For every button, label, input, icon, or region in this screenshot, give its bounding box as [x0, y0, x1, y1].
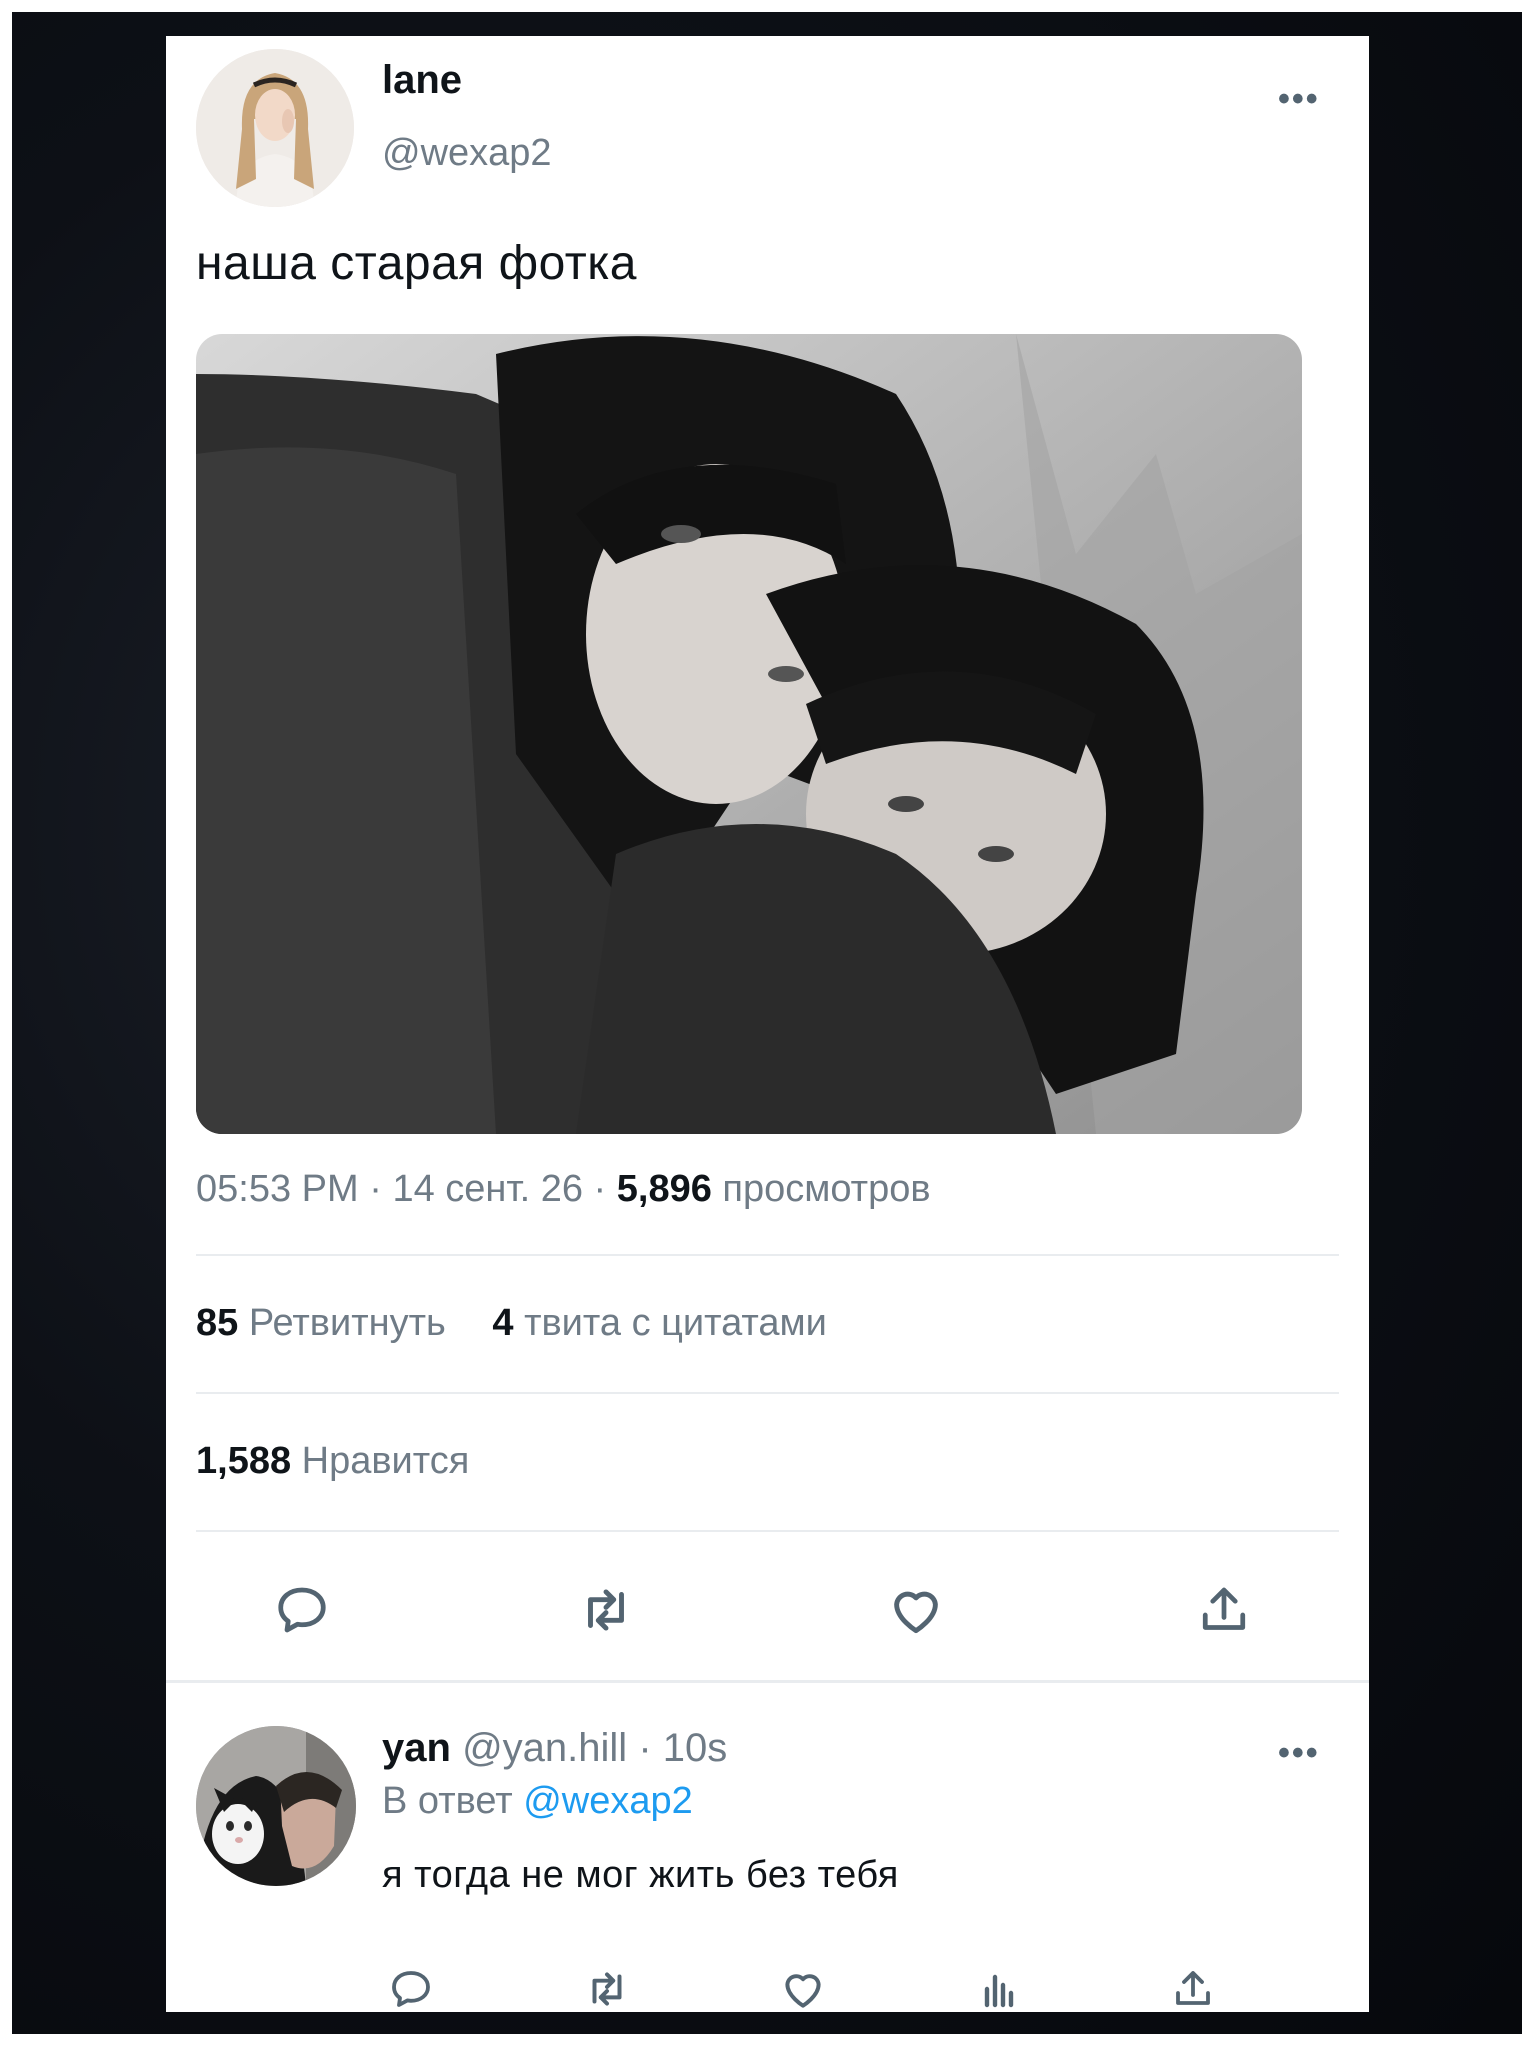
reply-display-name[interactable]: yan	[382, 1726, 451, 1770]
divider	[196, 1392, 1339, 1394]
section-divider	[166, 1680, 1369, 1683]
tweet-text: наша старая фотка	[196, 237, 637, 290]
reply-to-mention[interactable]: @wexap2	[523, 1780, 693, 1822]
likes-stat[interactable]: 1,588 Нравится	[196, 1440, 469, 1483]
views-label: просмотров	[722, 1168, 931, 1210]
likes-label: Нравится	[301, 1440, 470, 1482]
reply-icon[interactable]	[382, 1966, 440, 2012]
author-display-name[interactable]: lane	[382, 58, 462, 103]
reply-author-avatar[interactable]	[196, 1726, 356, 1886]
more-horizontal-icon[interactable]: •••	[1278, 80, 1320, 119]
reply-icon[interactable]	[266, 1574, 338, 1646]
divider	[196, 1530, 1339, 1532]
reply-header: yan @yan.hill · 10s	[382, 1726, 727, 1771]
meta-separator: ·	[593, 1168, 607, 1210]
retweet-icon[interactable]	[578, 1966, 636, 2012]
photo-image	[196, 334, 1302, 1134]
divider	[196, 1254, 1339, 1256]
author-avatar[interactable]	[196, 49, 354, 207]
reply-handle[interactable]: @yan.hill	[462, 1726, 627, 1770]
reply-avatar-photo	[196, 1726, 356, 1886]
retweet-quote-stats: 85 Ретвитнуть 4 твита с цитатами	[196, 1302, 827, 1345]
quotes-stat[interactable]: 4 твита с цитатами	[492, 1302, 826, 1344]
tweet-photo[interactable]	[196, 334, 1302, 1134]
retweets-label: Ретвитнуть	[248, 1302, 446, 1344]
tweet-time[interactable]: 05:53 PM	[196, 1168, 359, 1210]
tweet-date[interactable]: 14 сент. 26	[392, 1168, 583, 1210]
reply-time[interactable]: 10s	[663, 1726, 728, 1770]
retweets-count: 85	[196, 1302, 239, 1344]
tweet-meta: 05:53 PM · 14 сент. 26 · 5,896 просмотро…	[196, 1168, 931, 1211]
reply-text: я тогда не мог жить без тебя	[382, 1854, 899, 1896]
like-icon[interactable]	[774, 1966, 832, 2012]
tweet-card: lane @wexap2 ••• наша старая фотка 05:53…	[166, 36, 1369, 2012]
views-count: 5,896	[616, 1168, 712, 1210]
more-horizontal-icon[interactable]: •••	[1278, 1734, 1320, 1773]
likes-count: 1,588	[196, 1440, 292, 1482]
quotes-count: 4	[492, 1302, 514, 1344]
quotes-label: твита с цитатами	[524, 1302, 827, 1344]
reply-separator: ·	[638, 1726, 652, 1770]
reply-to-label: В ответ	[382, 1780, 513, 1822]
author-handle[interactable]: @wexap2	[382, 132, 552, 175]
reply-to-line: В ответ @wexap2	[382, 1780, 693, 1823]
retweet-icon[interactable]	[570, 1574, 642, 1646]
meta-separator: ·	[369, 1168, 382, 1210]
retweets-stat[interactable]: 85 Ретвитнуть	[196, 1302, 446, 1344]
share-icon[interactable]	[1188, 1574, 1260, 1646]
analytics-icon[interactable]	[970, 1966, 1028, 2012]
avatar-photo	[196, 49, 354, 207]
share-icon[interactable]	[1164, 1966, 1222, 2012]
like-icon[interactable]	[880, 1574, 952, 1646]
